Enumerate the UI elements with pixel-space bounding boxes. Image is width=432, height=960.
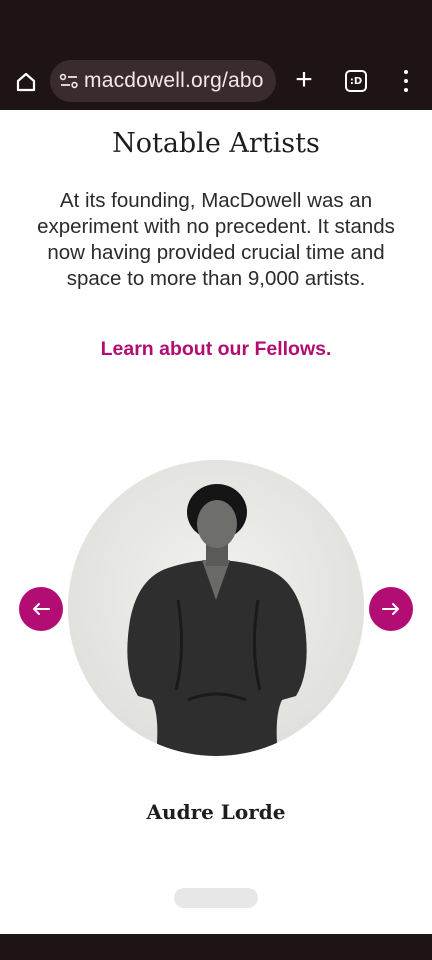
carousel-prev-button[interactable] xyxy=(19,587,63,631)
new-tab-button[interactable]: + xyxy=(290,64,318,98)
browser-toolbar: macdowell.org/abo + :D xyxy=(0,0,432,110)
arrow-right-icon xyxy=(382,603,399,615)
url-text: macdowell.org/abo xyxy=(84,69,264,92)
section-intro: At its founding, MacDowell was an experi… xyxy=(37,189,395,290)
carousel-next-button[interactable] xyxy=(369,587,413,631)
scroll-indicator xyxy=(174,888,258,908)
tab-switcher-button[interactable]: :D xyxy=(345,70,367,92)
section-title: Notable Artists xyxy=(112,128,320,159)
site-settings-icon[interactable] xyxy=(58,70,80,92)
navigation-bar xyxy=(0,934,432,960)
learn-fellows-link[interactable]: Learn about our Fellows. xyxy=(0,338,432,361)
overflow-menu-icon[interactable] xyxy=(396,68,416,94)
home-icon[interactable] xyxy=(10,66,42,98)
arrow-left-icon xyxy=(33,603,50,615)
address-bar[interactable]: macdowell.org/abo xyxy=(50,60,276,102)
artist-name: Audre Lorde xyxy=(146,800,286,824)
artist-portrait xyxy=(68,460,364,756)
